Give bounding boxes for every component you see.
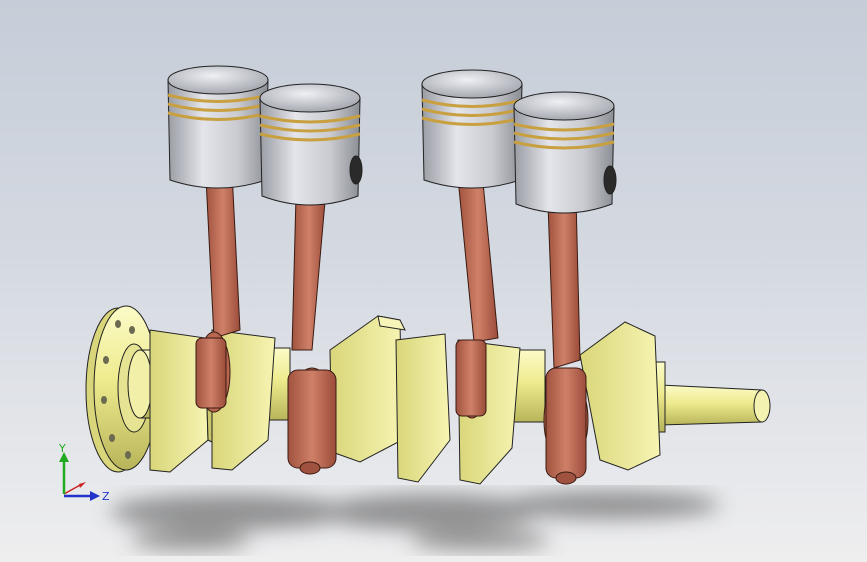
piston-4	[513, 91, 617, 214]
connecting-rod-4	[543, 197, 589, 485]
pistons[interactable]	[167, 65, 617, 214]
z-axis-icon	[64, 491, 100, 501]
piston-1	[167, 65, 269, 189]
reference-triad: Y Z	[58, 442, 110, 503]
x-axis-icon	[63, 482, 86, 495]
ground-shadow	[110, 491, 720, 550]
piston-3	[421, 69, 523, 189]
y-axis-icon	[59, 452, 69, 494]
y-axis-label: Y	[58, 442, 66, 455]
z-axis-label: Z	[102, 490, 110, 503]
connecting-rod-2	[287, 189, 337, 475]
graphics-viewport[interactable]: Y Z	[0, 0, 867, 562]
piston-2	[259, 83, 363, 206]
crankshaft-assembly-model[interactable]	[0, 0, 867, 562]
